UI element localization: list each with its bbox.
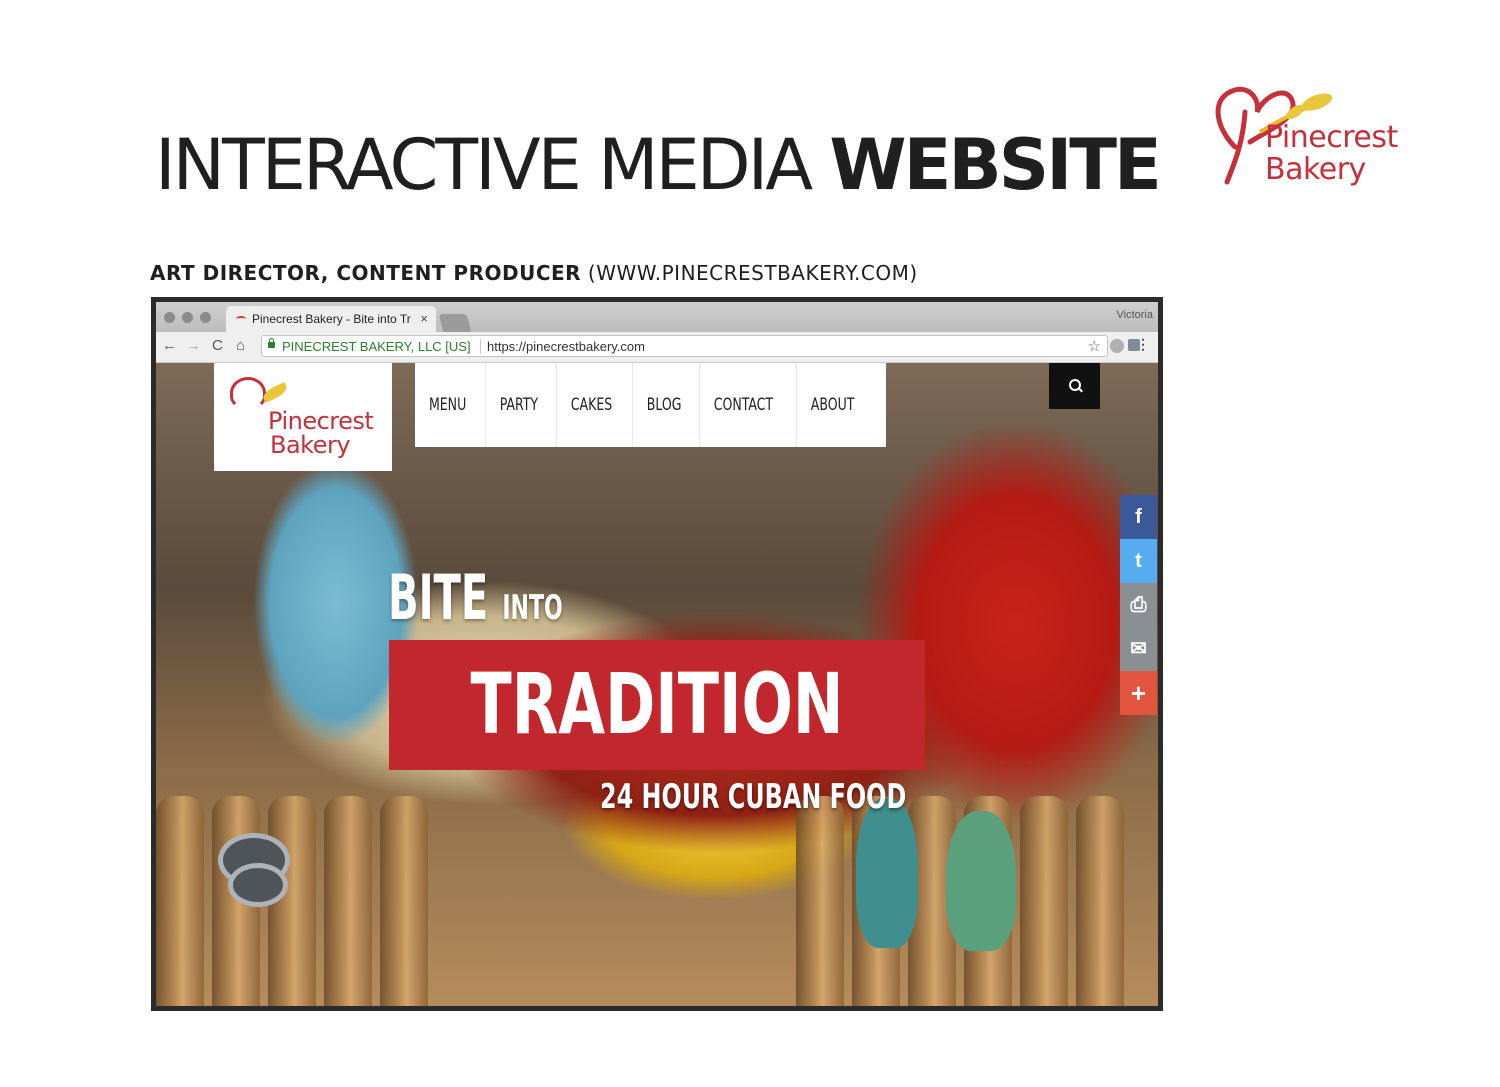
maximize-window-icon[interactable]: [200, 312, 211, 323]
url-text[interactable]: https://pinecrestbakery.com: [487, 336, 645, 358]
home-icon[interactable]: ⌂: [236, 337, 245, 355]
nav-item-party[interactable]: PARTY: [484, 363, 552, 447]
nav-item-menu[interactable]: MENU: [415, 363, 480, 447]
print-icon: ⎙: [1130, 594, 1147, 616]
leaf-logo-icon: [260, 382, 290, 403]
twitter-share-button[interactable]: t: [1120, 539, 1157, 583]
address-divider: [480, 339, 481, 354]
nav-item-about[interactable]: ABOUT: [796, 363, 877, 447]
slide-title-light: INTERACTIVE MEDIA: [155, 124, 830, 206]
plus-icon: +: [1130, 678, 1147, 708]
profile-name[interactable]: Victoria: [1117, 309, 1153, 321]
browser-toolbar: ← → C ⌂ PINECREST BAKERY, LLC [US] https…: [156, 332, 1158, 363]
figurine-blue: [856, 798, 918, 948]
slide-logo-line1: Pinecrest: [1265, 120, 1398, 155]
twitter-icon: t: [1135, 550, 1142, 572]
site-logo[interactable]: Pinecrest Bakery: [214, 363, 392, 471]
hero-tradition: TRADITION: [470, 655, 844, 753]
close-window-icon[interactable]: [164, 312, 175, 323]
ev-certificate-label[interactable]: PINECREST BAKERY, LLC [US]: [282, 336, 471, 358]
bamboo-mat: [156, 796, 204, 1006]
tab-close-icon[interactable]: ×: [420, 306, 428, 332]
nav-item-blog[interactable]: BLOG: [631, 363, 695, 447]
minimize-window-icon[interactable]: [182, 312, 193, 323]
figurine-green: [946, 811, 1016, 951]
main-nav: MENU PARTY CAKES BLOG CONTACT ABOUT: [415, 363, 886, 447]
search-button[interactable]: [1049, 363, 1100, 409]
credit-url: (WWW.PINECRESTBAKERY.COM): [581, 261, 918, 285]
lock-icon: [268, 338, 275, 348]
site-logo-line1: Pinecrest: [268, 407, 374, 435]
hero-into: INTO: [502, 588, 563, 628]
credit-role: ART DIRECTOR, CONTENT PRODUCER: [150, 261, 582, 285]
tab-title: Pinecrest Bakery - Bite into Tr: [252, 312, 411, 326]
social-share-bar: f t ⎙ ✉ +: [1120, 495, 1157, 715]
slide-logo-line2: Bakery: [1265, 152, 1366, 187]
browser-window: Pinecrest Bakery - Bite into Tr × Victor…: [151, 297, 1163, 1011]
back-icon[interactable]: ←: [162, 337, 177, 355]
hero-subtitle: 24 HOUR CUBAN FOOD: [600, 777, 907, 817]
site-logo-line2: Bakery: [270, 431, 351, 459]
facebook-share-button[interactable]: f: [1120, 495, 1157, 539]
forward-icon[interactable]: →: [186, 337, 201, 355]
heart-logo-icon: [230, 377, 266, 409]
browser-tab[interactable]: Pinecrest Bakery - Bite into Tr ×: [226, 306, 436, 332]
credit-line: ART DIRECTOR, CONTENT PRODUCER (WWW.PINE…: [150, 261, 918, 285]
slide-title-bold: WEBSITE: [829, 124, 1161, 206]
website-viewport: Pinecrest Bakery MENU PARTY CAKES BLOG C…: [156, 363, 1158, 1006]
facebook-icon: f: [1135, 506, 1142, 528]
slide-logo-wordmark: Pinecrest Bakery: [1265, 122, 1398, 186]
extension-icon[interactable]: [1110, 339, 1124, 353]
hero-headline: BITE INTO: [388, 563, 563, 643]
nav-item-contact[interactable]: CONTACT: [699, 363, 787, 447]
bookmark-star-icon[interactable]: ☆: [1088, 336, 1101, 358]
nav-item-cakes[interactable]: CAKES: [556, 363, 626, 447]
reload-icon[interactable]: C: [212, 337, 223, 355]
address-bar[interactable]: PINECREST BAKERY, LLC [US] https://pinec…: [261, 335, 1108, 357]
favicon-icon: [236, 316, 246, 322]
browser-tabbar: Pinecrest Bakery - Bite into Tr × Victor…: [156, 302, 1158, 332]
email-share-button[interactable]: ✉: [1120, 627, 1157, 671]
hero-banner: TRADITION: [389, 640, 925, 770]
more-share-button[interactable]: +: [1120, 671, 1157, 715]
pinecrest-logo: Pinecrest Bakery: [1205, 72, 1445, 197]
new-tab-button[interactable]: [438, 314, 472, 332]
browser-menu-icon[interactable]: ⋮: [1136, 336, 1150, 353]
search-icon-handle: [1078, 387, 1083, 393]
slide-title: INTERACTIVE MEDIA WEBSITE: [155, 120, 1162, 210]
hero-bite: BITE: [388, 561, 489, 634]
print-button[interactable]: ⎙: [1120, 583, 1157, 627]
email-icon: ✉: [1130, 638, 1147, 660]
